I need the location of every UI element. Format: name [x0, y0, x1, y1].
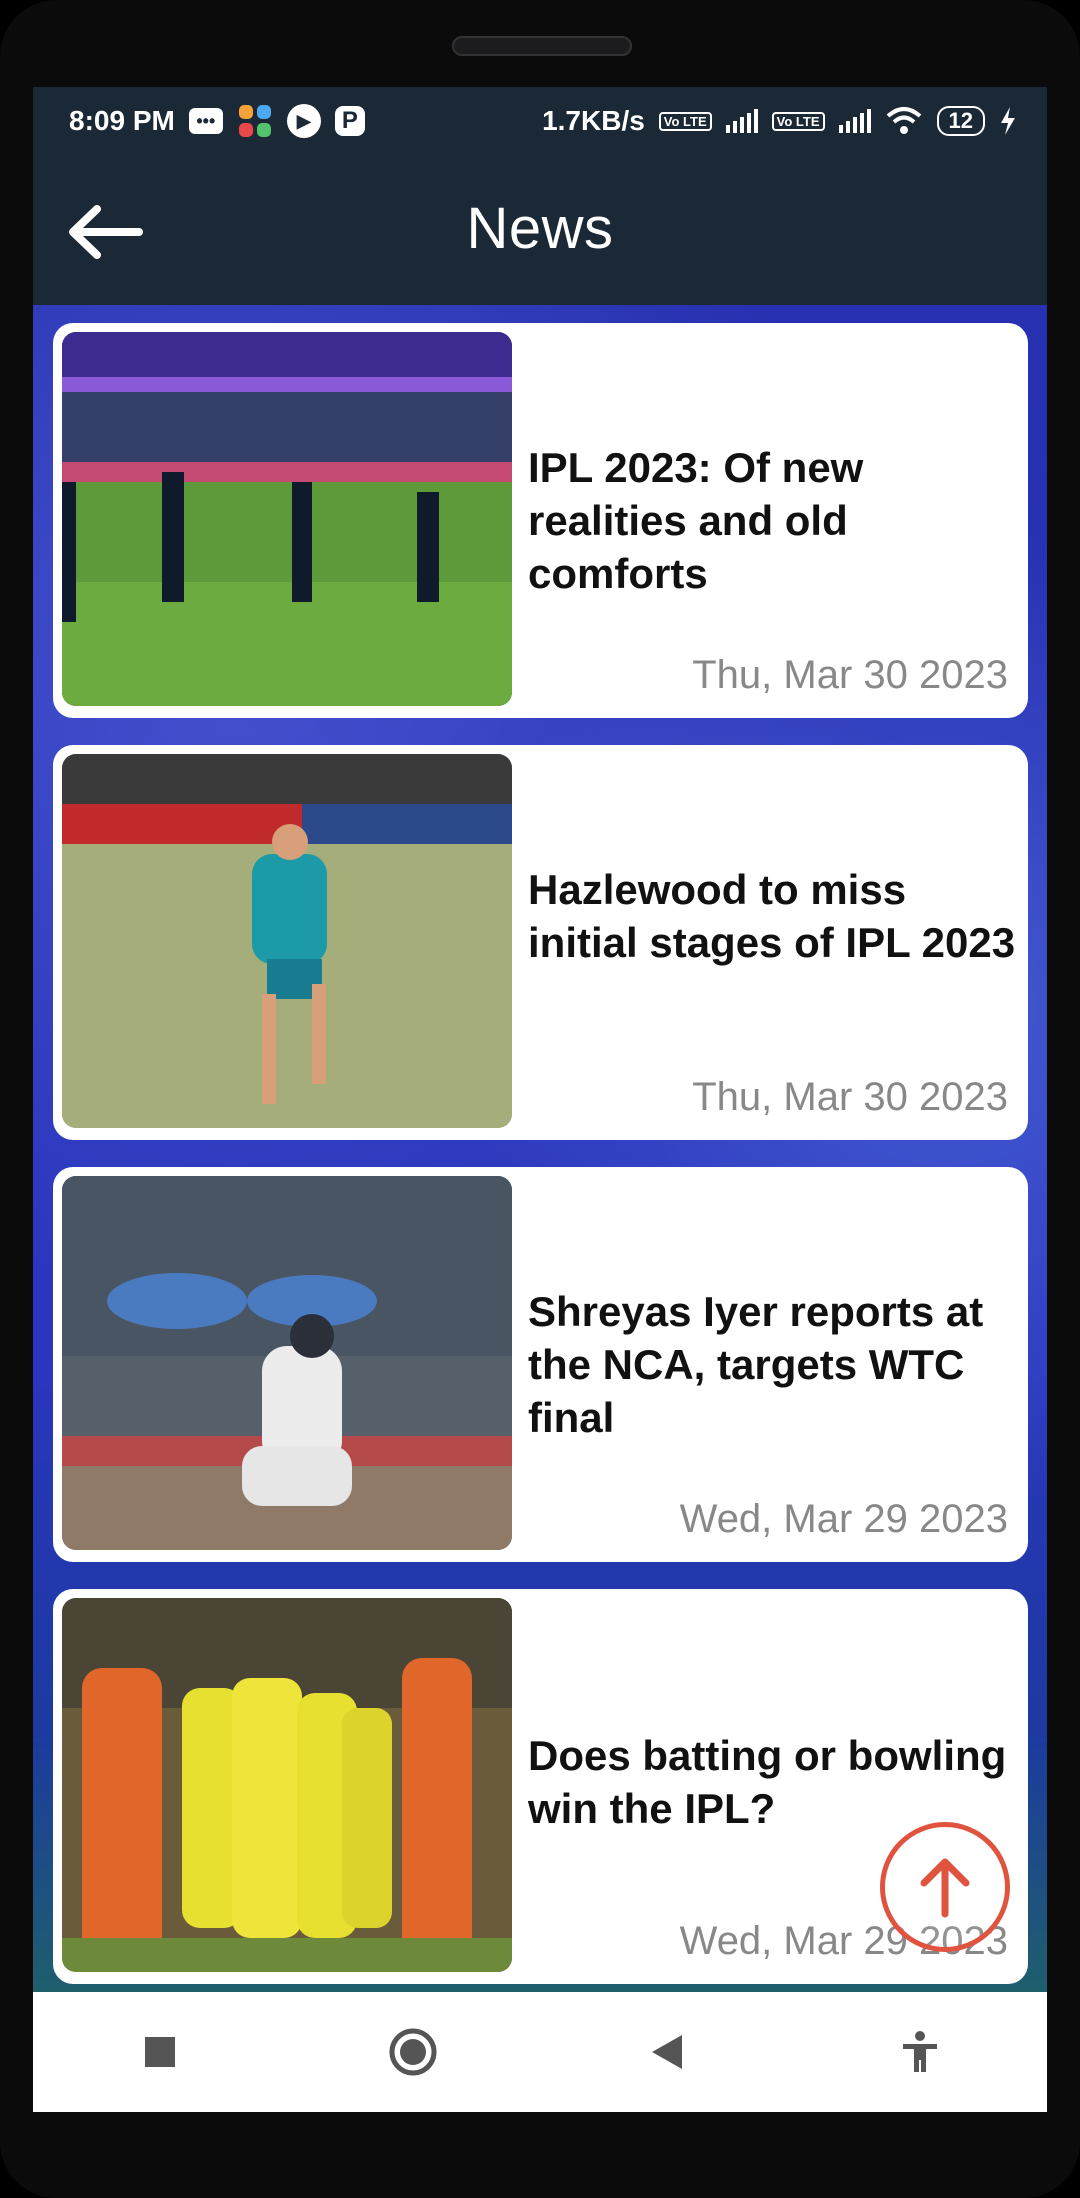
scroll-to-top-button[interactable] [880, 1822, 1010, 1952]
video-call-icon: ▶ [286, 104, 321, 138]
wifi-icon [885, 106, 923, 136]
phone-frame: 8:09 PM ••• ▶ P 1.7KB/s Vo LTE Vo LTE 12… [0, 0, 1080, 2198]
accessibility-button[interactable] [860, 2002, 980, 2102]
status-bar: 8:09 PM ••• ▶ P 1.7KB/s Vo LTE Vo LTE 12 [33, 87, 1047, 155]
message-icon: ••• [188, 108, 223, 134]
volte-badge-1: Vo LTE [658, 111, 712, 131]
app-bar: News [33, 155, 1047, 305]
news-thumbnail [62, 1598, 512, 1972]
charging-icon [999, 107, 1017, 135]
news-date: Wed, Mar 29 2023 [679, 1497, 1008, 1541]
news-title: Does batting or bowling win the IPL? [528, 1732, 1007, 1832]
battery-icon: 12 [936, 106, 985, 136]
news-card[interactable]: IPL 2023: Of new realities and old comfo… [53, 323, 1028, 718]
signal-icon-2 [838, 109, 871, 133]
system-nav-bar [33, 1992, 1047, 2112]
screen: 8:09 PM ••• ▶ P 1.7KB/s Vo LTE Vo LTE 12… [33, 87, 1047, 2112]
volte-badge-2: Vo LTE [771, 111, 825, 131]
news-thumbnail [62, 754, 512, 1128]
news-card[interactable]: Does batting or bowling win the IPL? Wed… [53, 1589, 1028, 1984]
news-title: Shreyas Iyer reports at the NCA, targets… [528, 1288, 984, 1441]
news-date: Thu, Mar 30 2023 [692, 1075, 1008, 1119]
news-title: IPL 2023: Of new realities and old comfo… [528, 444, 864, 597]
home-circle-icon [389, 2028, 437, 2076]
back-triangle-icon [651, 2035, 682, 2069]
pinwheel-icon [237, 103, 273, 139]
accessibility-icon [903, 2031, 938, 2072]
square-icon [144, 2037, 175, 2067]
news-card[interactable]: Shreyas Iyer reports at the NCA, targets… [53, 1167, 1028, 1562]
news-card[interactable]: Hazlewood to miss initial stages of IPL … [53, 745, 1028, 1140]
news-title: Hazlewood to miss initial stages of IPL … [528, 866, 1016, 966]
news-thumbnail [62, 1176, 512, 1550]
recents-button[interactable] [100, 2002, 220, 2102]
news-list[interactable]: IPL 2023: Of new realities and old comfo… [53, 323, 1028, 2011]
arrow-up-icon [920, 1858, 970, 1918]
p-app-icon: P [334, 106, 365, 136]
page-title: News [466, 196, 614, 261]
status-time: 8:09 PM [69, 105, 175, 136]
back-nav-button[interactable] [607, 2002, 727, 2102]
news-thumbnail [62, 332, 512, 706]
home-button[interactable] [353, 2002, 473, 2102]
news-date: Thu, Mar 30 2023 [692, 653, 1008, 697]
net-speed: 1.7KB/s [542, 105, 645, 136]
earpiece-speaker [452, 36, 632, 56]
signal-icon [725, 109, 758, 133]
